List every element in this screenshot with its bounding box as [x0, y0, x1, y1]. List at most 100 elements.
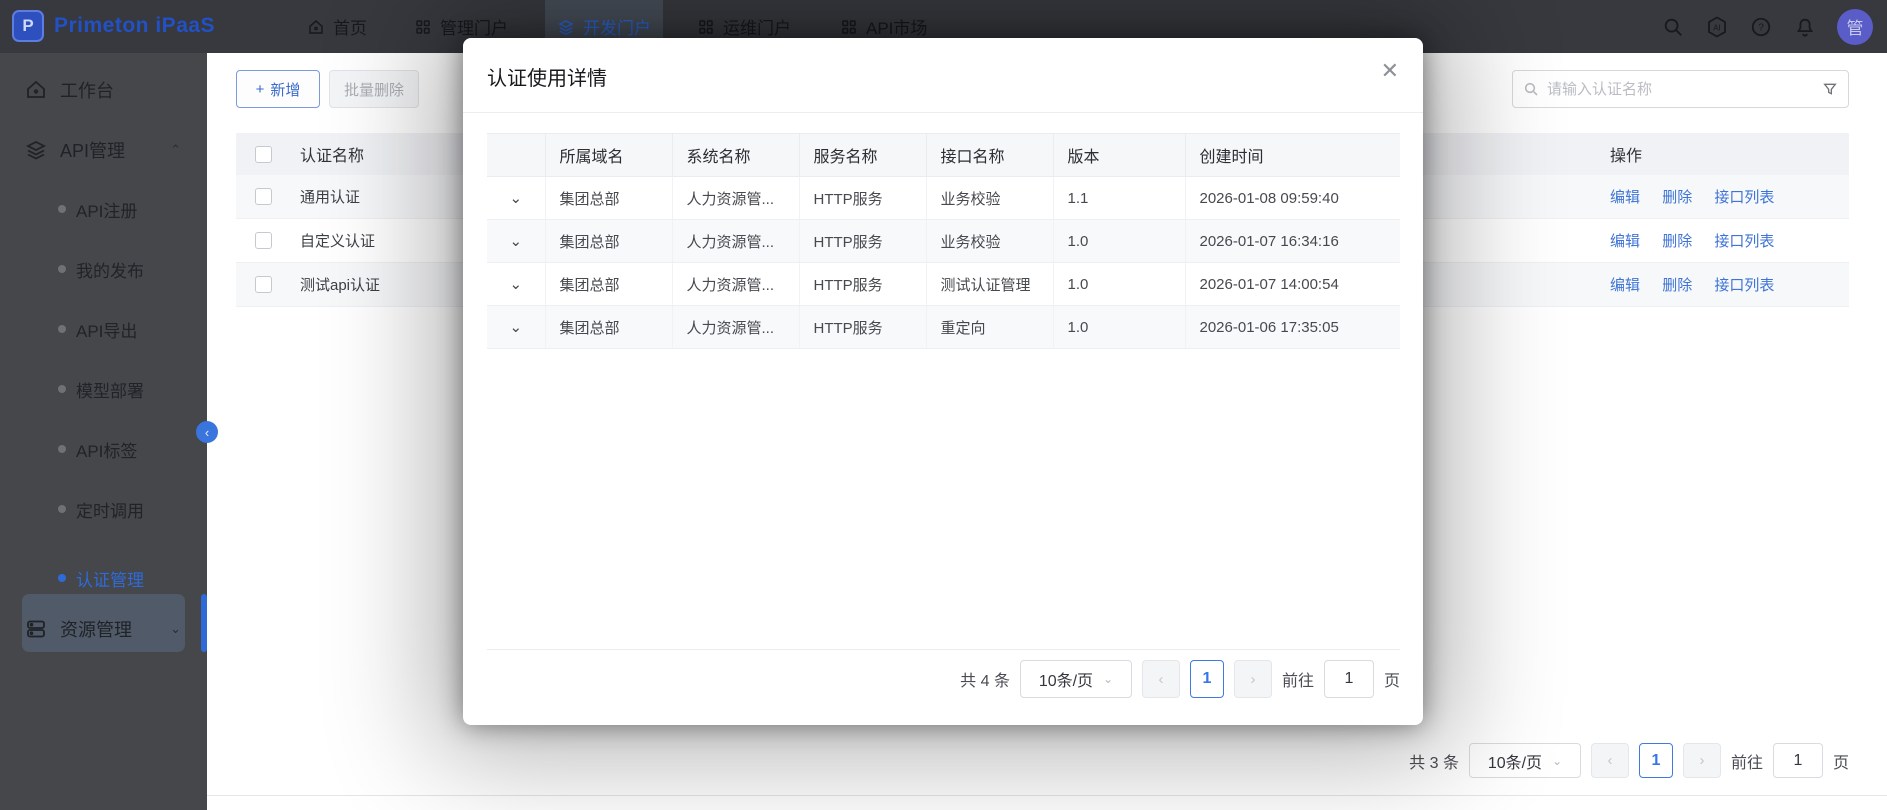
- search-box: [1512, 70, 1849, 108]
- database-icon: [24, 617, 48, 641]
- row-checkbox[interactable]: [255, 276, 272, 293]
- delete-link[interactable]: 删除: [1662, 277, 1692, 294]
- search-icon: [1523, 81, 1539, 97]
- next-page-button[interactable]: ›: [1683, 743, 1721, 778]
- expand-row-icon[interactable]: ⌄: [487, 220, 545, 263]
- bell-icon[interactable]: [1793, 15, 1817, 39]
- page-size-value: 10条/页: [1039, 667, 1093, 691]
- bullet-icon: [58, 325, 66, 333]
- sidebar-item-auth-management[interactable]: 认证管理: [0, 549, 207, 607]
- system-cell: 人力资源管...: [672, 220, 799, 263]
- home-icon: [307, 18, 325, 36]
- expand-row-icon[interactable]: ⌄: [487, 306, 545, 349]
- prev-page-button[interactable]: ‹: [1142, 660, 1180, 698]
- sidebar-item-label: API导出: [76, 317, 137, 342]
- sidebar-item-api-export[interactable]: API导出: [0, 309, 207, 349]
- version-cell: 1.1: [1053, 177, 1185, 220]
- page-label: 页: [1384, 667, 1400, 691]
- avatar[interactable]: 管: [1837, 9, 1873, 45]
- sidebar-item-my-publish[interactable]: 我的发布: [0, 249, 207, 289]
- goto-page-input[interactable]: [1324, 660, 1374, 698]
- batch-delete-button[interactable]: 批量删除: [329, 70, 419, 108]
- sidebar-active-indicator: [201, 594, 207, 652]
- interface-list-link[interactable]: 接口列表: [1714, 277, 1774, 294]
- interface-cell: 测试认证管理: [926, 263, 1053, 306]
- sidebar-item-scheduled-call[interactable]: 定时调用: [0, 489, 207, 529]
- navbar-actions: AI ? 管: [1661, 0, 1873, 53]
- bullet-icon: [58, 445, 66, 453]
- column-header: 创建时间: [1185, 134, 1400, 177]
- prev-page-button[interactable]: ‹: [1591, 743, 1629, 778]
- search-input[interactable]: [1547, 81, 1814, 98]
- sidebar-item-api-register[interactable]: API注册: [0, 189, 207, 229]
- sidebar-group-resource[interactable]: 资源管理 ⌄: [0, 607, 207, 651]
- select-all-checkbox[interactable]: [255, 146, 272, 163]
- page-number-button[interactable]: 1: [1190, 660, 1224, 698]
- domain-cell: 集团总部: [545, 177, 672, 220]
- bullet-icon: [58, 574, 66, 582]
- page-size-select[interactable]: 10条/页 ⌄: [1020, 660, 1132, 698]
- usage-row: ⌄ 集团总部 人力资源管... HTTP服务 业务校验 1.0 2026-01-…: [487, 220, 1400, 263]
- usage-table: 所属域名 系统名称 服务名称 接口名称 版本 创建时间 ⌄ 集团总部 人力资源管…: [487, 133, 1400, 349]
- edit-link[interactable]: 编辑: [1610, 277, 1640, 294]
- row-checkbox[interactable]: [255, 188, 272, 205]
- sidebar-item-label: 认证管理: [76, 566, 144, 591]
- add-button-label: 新增: [270, 79, 300, 100]
- sidebar-item-model-deploy[interactable]: 模型部署: [0, 369, 207, 409]
- sidebar-item-workbench[interactable]: 工作台: [0, 68, 207, 112]
- column-header: 服务名称: [799, 134, 926, 177]
- interface-list-link[interactable]: 接口列表: [1714, 189, 1774, 206]
- nav-item-label: 开发门户: [583, 14, 651, 39]
- nav-item-label: 管理门户: [440, 14, 508, 39]
- sidebar-item-api-tags[interactable]: API标签: [0, 429, 207, 469]
- content-divider: [207, 795, 1887, 796]
- sidebar-group-label: 资源管理: [60, 616, 132, 642]
- delete-link[interactable]: 删除: [1662, 233, 1692, 250]
- next-page-button[interactable]: ›: [1234, 660, 1272, 698]
- page-number-button[interactable]: 1: [1639, 743, 1673, 778]
- expand-row-icon[interactable]: ⌄: [487, 177, 545, 220]
- bullet-icon: [58, 385, 66, 393]
- page-size-select[interactable]: 10条/页 ⌄: [1469, 743, 1581, 778]
- svg-text:?: ?: [1758, 22, 1764, 33]
- brand: P Primeton iPaaS: [12, 10, 215, 42]
- goto-page-input[interactable]: [1773, 743, 1823, 778]
- plus-icon: +: [256, 81, 265, 98]
- usage-table-bottom-border: [487, 649, 1400, 650]
- nav-item-home[interactable]: 首页: [295, 0, 379, 53]
- search-icon[interactable]: [1661, 15, 1685, 39]
- system-cell: 人力资源管...: [672, 177, 799, 220]
- column-header: 所属域名: [545, 134, 672, 177]
- created-cell: 2026-01-08 09:59:40: [1185, 177, 1400, 220]
- help-icon[interactable]: ?: [1749, 15, 1773, 39]
- sidebar-item-label: 定时调用: [76, 497, 144, 522]
- add-button[interactable]: + 新增: [236, 70, 320, 108]
- sidebar-group-api[interactable]: API管理 ⌃: [0, 128, 207, 172]
- total-count: 共 4 条: [960, 667, 1010, 691]
- dialog-title: 认证使用详情: [487, 62, 607, 91]
- domain-cell: 集团总部: [545, 306, 672, 349]
- sidebar-collapse-button[interactable]: ‹: [196, 421, 218, 443]
- version-cell: 1.0: [1053, 220, 1185, 263]
- batch-delete-label: 批量删除: [344, 79, 404, 100]
- workbench-icon: [24, 78, 48, 102]
- usage-row: ⌄ 集团总部 人力资源管... HTTP服务 重定向 1.0 2026-01-0…: [487, 306, 1400, 349]
- column-header: 系统名称: [672, 134, 799, 177]
- service-cell: HTTP服务: [799, 306, 926, 349]
- expand-row-icon[interactable]: ⌄: [487, 263, 545, 306]
- service-cell: HTTP服务: [799, 263, 926, 306]
- interface-list-link[interactable]: 接口列表: [1714, 233, 1774, 250]
- close-icon[interactable]: ✕: [1381, 60, 1399, 82]
- edit-link[interactable]: 编辑: [1610, 189, 1640, 206]
- delete-link[interactable]: 删除: [1662, 189, 1692, 206]
- nav-item-label: API市场: [866, 14, 927, 39]
- sidebar-item-label: 工作台: [60, 77, 114, 103]
- nav-item-label: 运维门户: [723, 14, 791, 39]
- op-column-header: 操作: [1600, 142, 1840, 166]
- row-checkbox[interactable]: [255, 232, 272, 249]
- ai-assistant-icon[interactable]: AI: [1705, 15, 1729, 39]
- filter-funnel-icon[interactable]: [1822, 81, 1838, 97]
- edit-link[interactable]: 编辑: [1610, 233, 1640, 250]
- column-header: 接口名称: [926, 134, 1053, 177]
- dialog-header-divider: [463, 112, 1423, 113]
